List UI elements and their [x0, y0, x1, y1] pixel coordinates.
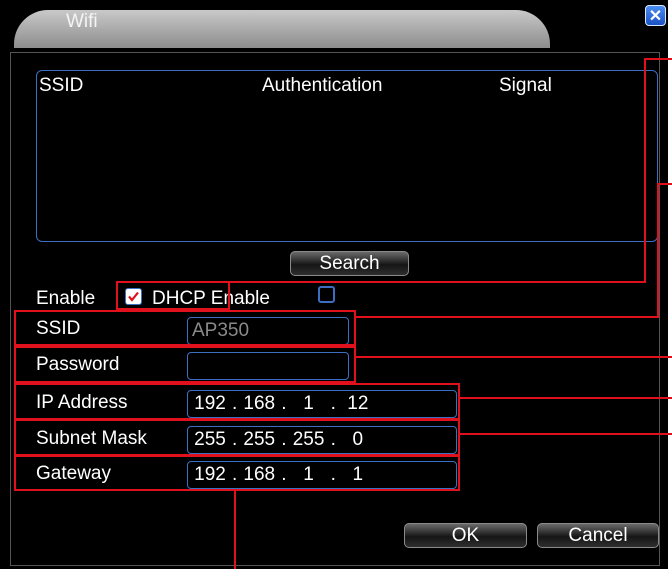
column-authentication: Authentication [262, 75, 383, 96]
annotation-line [644, 58, 672, 60]
cancel-button[interactable]: Cancel [537, 523, 659, 548]
annotation-line [460, 433, 672, 435]
window-title: Wifi [66, 11, 98, 32]
annotation-line [657, 183, 659, 318]
title-bar: Wifi ✕ [0, 0, 668, 48]
enable-label: Enable [36, 288, 96, 309]
annotation-box-password [14, 346, 356, 383]
annotation-box-subnet-mask [14, 419, 460, 456]
annotation-line [356, 316, 659, 318]
network-list[interactable]: SSID Authentication Signal [36, 70, 658, 242]
annotation-line [644, 58, 646, 283]
annotation-box-ssid [14, 310, 356, 346]
ok-button[interactable]: OK [404, 523, 527, 548]
annotation-box-ip-address [14, 383, 460, 420]
annotation-box-enable [116, 281, 230, 310]
annotation-line [460, 397, 672, 399]
annotation-line [228, 281, 646, 283]
annotation-line [356, 356, 672, 358]
column-signal: Signal [499, 75, 552, 96]
close-icon: ✕ [648, 7, 663, 25]
dhcp-enable-checkbox[interactable] [318, 286, 335, 303]
annotation-line [234, 491, 236, 569]
annotation-box-gateway [14, 455, 460, 491]
column-ssid: SSID [39, 75, 84, 96]
close-button[interactable]: ✕ [645, 5, 666, 26]
annotation-line [657, 183, 672, 185]
search-button[interactable]: Search [290, 251, 409, 276]
